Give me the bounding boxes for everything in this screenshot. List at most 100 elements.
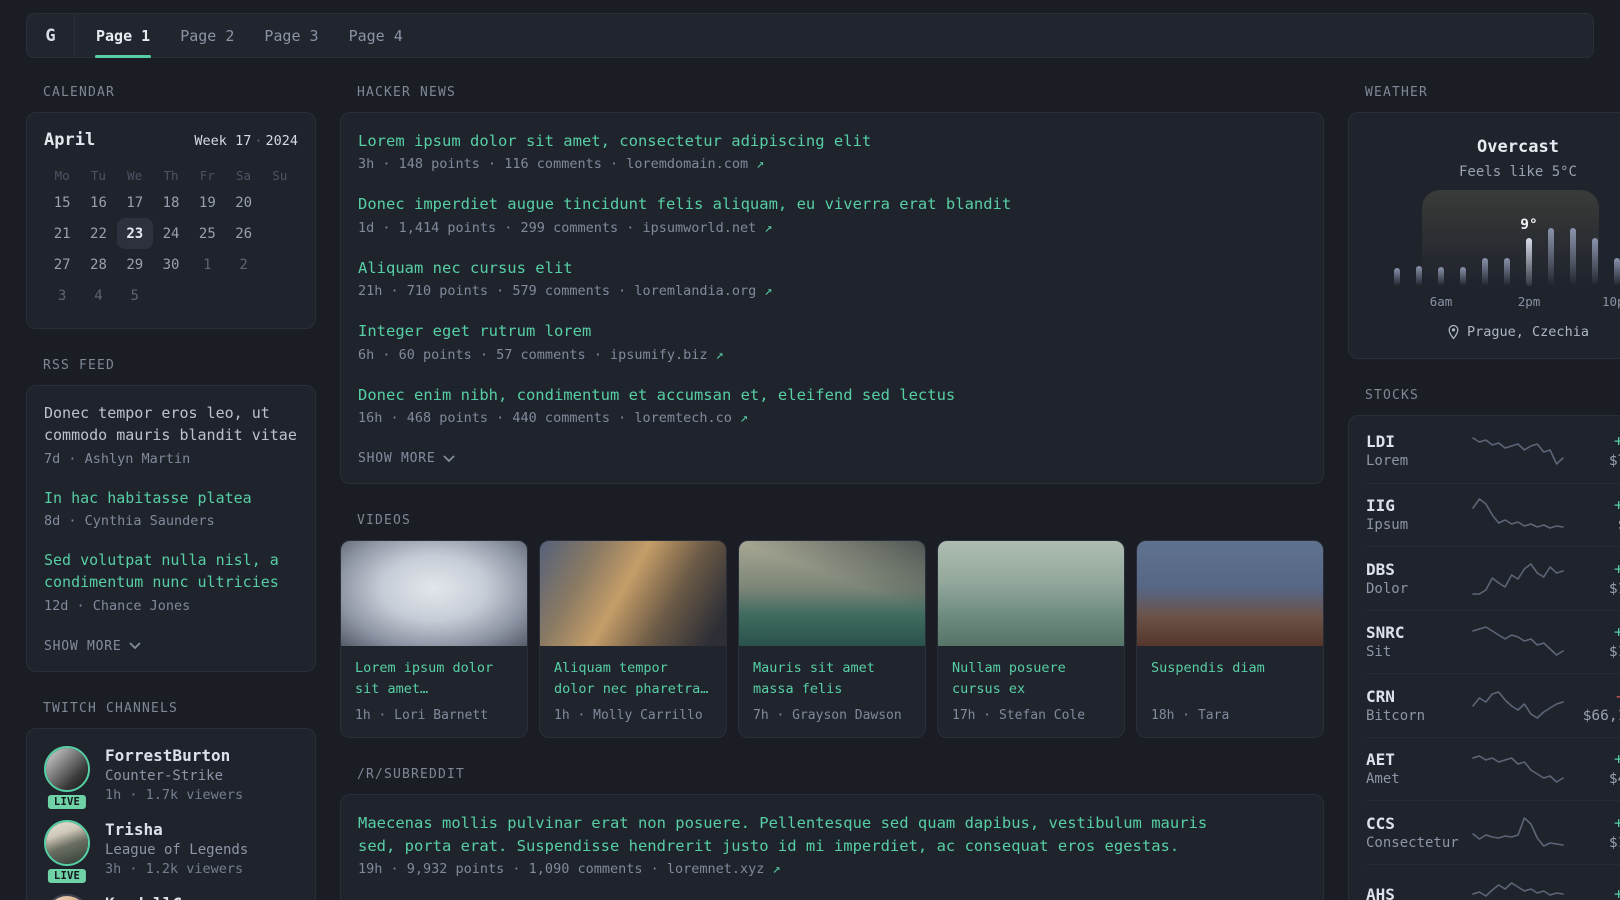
stock-row[interactable]: IIGIpsum +2.84% $42.04 <box>1366 482 1620 547</box>
hn-item-title[interactable]: Aliquam nec cursus elit <box>358 257 1306 279</box>
stock-row[interactable]: DBSDolor +1.42% $156.28 <box>1366 546 1620 610</box>
weather-bar <box>1614 258 1620 286</box>
weather-bar <box>1570 228 1576 286</box>
calendar-day[interactable]: 19 <box>189 187 225 218</box>
stock-change: +1.42% <box>1614 559 1620 578</box>
video-title[interactable]: Lorem ipsum dolor sit amet consectetu… <box>341 646 527 700</box>
twitch-channel-row[interactable]: LIVE ForrestBurton Counter-Strike 1h · 1… <box>44 745 298 811</box>
tab-page-3[interactable]: Page 3 <box>249 14 333 57</box>
external-link-icon[interactable]: ↗ <box>740 410 748 426</box>
calendar-day[interactable]: 20 <box>225 187 261 218</box>
video-title[interactable]: Mauris sit amet massa felis <box>739 646 925 700</box>
hn-item-meta: 6h · 60 points · 57 comments · ipsumify.… <box>358 346 724 363</box>
video-title[interactable]: Aliquam tempor dolor nec pharetra… <box>540 646 726 700</box>
calendar-weekday: We <box>127 168 143 183</box>
weather-bar <box>1548 228 1554 286</box>
channel-category: League of Legends <box>105 841 249 858</box>
video-title[interactable]: Suspendis diam <box>1137 646 1323 700</box>
calendar-weekday: Tu <box>90 168 106 183</box>
tab-page-1[interactable]: Page 1 <box>81 14 165 58</box>
stock-name: Sit <box>1366 644 1392 661</box>
weather-bar-slot <box>1474 198 1496 286</box>
weather-tick <box>1540 294 1562 310</box>
video-card[interactable]: Aliquam tempor dolor nec pharetra… 1h · … <box>539 540 727 739</box>
external-link-icon[interactable]: ↗ <box>764 283 772 299</box>
stock-row[interactable]: SNRCSit +1.36% $148.64 <box>1366 609 1620 674</box>
video-card[interactable]: Nullam posuere cursus ex 17h · Stefan Co… <box>937 540 1125 739</box>
twitch-channel-row[interactable]: KendallCarr <box>44 893 298 900</box>
rss-item: Donec tempor eros leo, ut commodo mauris… <box>44 403 298 467</box>
video-meta: 1h · Lori Barnett <box>355 708 489 724</box>
calendar-day[interactable]: 27 <box>44 249 80 280</box>
left-column: CALENDAR April Week 17 · 2024 Mo Tu We Th Fr Sa… <box>26 85 316 900</box>
channel-meta: 1h · 1.7k viewers <box>105 786 244 803</box>
twitch-card: LIVE ForrestBurton Counter-Strike 1h · 1… <box>26 727 316 900</box>
weather-bar <box>1438 267 1444 286</box>
video-card[interactable]: Suspendis diam 18h · Tara <box>1136 540 1324 739</box>
calendar-day[interactable]: 25 <box>189 218 225 249</box>
twitch-widget: TWITCH CHANNELS LIVE ForrestBurton Count… <box>26 701 316 900</box>
stock-row[interactable]: LDILorem +4.35% $795.18 <box>1366 419 1620 483</box>
video-card[interactable]: Mauris sit amet massa felis 7h · Grayson… <box>738 540 926 739</box>
hn-item-meta: 16h · 468 points · 440 comments · loremt… <box>358 410 749 427</box>
stock-change: +2.84% <box>1614 496 1620 515</box>
stocks-widget-label: STOCKS <box>1365 388 1419 403</box>
hn-item: Donec enim nibh, condimentum et accumsan… <box>358 384 1306 426</box>
video-card[interactable]: Lorem ipsum dolor sit amet consectetu… 1… <box>340 540 528 739</box>
calendar-day[interactable]: 5 <box>117 280 153 311</box>
hn-show-more-button[interactable]: SHOW MORE <box>358 451 456 466</box>
weather-tick <box>1408 294 1430 310</box>
hn-item-title[interactable]: Donec imperdiet augue tincidunt felis al… <box>358 193 1306 215</box>
twitch-channel-row[interactable]: LIVE Trisha League of Legends 3h · 1.2k … <box>44 819 298 885</box>
rss-item-title[interactable]: Sed volutpat nulla nisl, a condimentum n… <box>44 550 298 594</box>
channel-name[interactable]: KendallCarr <box>105 894 211 900</box>
hn-item-title[interactable]: Donec enim nibh, condimentum et accumsan… <box>358 384 1306 406</box>
rss-show-more-button[interactable]: SHOW MORE <box>44 639 142 654</box>
weather-bar <box>1504 258 1510 286</box>
calendar-day[interactable]: 4 <box>80 280 116 311</box>
reddit-post-title[interactable]: Maecenas mollis pulvinar erat non posuer… <box>358 812 1218 857</box>
calendar-day[interactable]: 29 <box>117 249 153 280</box>
hn-item-title[interactable]: Integer eget rutrum lorem <box>358 320 1306 342</box>
weather-tick: 10pm <box>1601 294 1620 309</box>
calendar-day[interactable]: 15 <box>44 187 80 218</box>
app-logo[interactable]: G <box>27 14 75 57</box>
calendar-day[interactable]: 3 <box>44 280 80 311</box>
stock-row[interactable]: AHS +0.46% <box>1366 863 1620 900</box>
avatar <box>44 893 90 900</box>
external-link-icon[interactable]: ↗ <box>773 861 781 877</box>
external-link-icon[interactable]: ↗ <box>756 156 764 172</box>
stock-name: Bitcorn <box>1366 707 1426 724</box>
channel-name[interactable]: ForrestBurton <box>105 746 243 765</box>
stock-price: $66,171.48 <box>1582 707 1620 724</box>
calendar-day[interactable]: 17 <box>117 187 153 218</box>
stock-change: +1.36% <box>1614 623 1620 642</box>
stock-row[interactable]: AETAmet +0.92% $499.72 <box>1366 736 1620 801</box>
video-title[interactable]: Nullam posuere cursus ex <box>938 646 1124 700</box>
stock-row[interactable]: CCSConsectetur +0.51% $165.84 <box>1366 800 1620 864</box>
external-link-icon[interactable]: ↗ <box>764 220 772 236</box>
calendar-day[interactable]: 24 <box>153 218 189 249</box>
calendar-day[interactable]: 1 <box>189 249 225 280</box>
calendar-day[interactable]: 2 <box>225 249 261 280</box>
tab-page-4[interactable]: Page 4 <box>334 14 418 57</box>
calendar-day[interactable]: 28 <box>80 249 116 280</box>
calendar-day[interactable]: 26 <box>225 218 261 249</box>
calendar-day[interactable]: 18 <box>153 187 189 218</box>
hn-item-title[interactable]: Lorem ipsum dolor sit amet, consectetur … <box>358 130 1306 152</box>
rss-item-title[interactable]: In hac habitasse platea <box>44 488 298 510</box>
calendar-day[interactable]: 16 <box>80 187 116 218</box>
stock-symbol: CCS <box>1366 813 1395 833</box>
calendar-weekday-row: Mo Tu We Th Fr Sa Su <box>44 168 298 183</box>
calendar-card: April Week 17 · 2024 Mo Tu We Th Fr Sa Su 15 16 17… <box>26 112 316 329</box>
calendar-day[interactable]: 23 <box>116 218 153 249</box>
rss-item-title[interactable]: Donec tempor eros leo, ut commodo mauris… <box>44 403 298 447</box>
hackernews-widget: HACKER NEWS Lorem ipsum dolor sit amet, … <box>340 85 1324 485</box>
stock-row[interactable]: CRNBitcorn -1.00% $66,171.48 <box>1366 673 1620 737</box>
calendar-day[interactable]: 21 <box>44 218 80 249</box>
calendar-day[interactable]: 22 <box>80 218 116 249</box>
calendar-day[interactable]: 30 <box>153 249 189 280</box>
tab-page-2[interactable]: Page 2 <box>165 14 249 57</box>
external-link-icon[interactable]: ↗ <box>716 347 724 363</box>
channel-name[interactable]: Trisha <box>105 820 248 839</box>
